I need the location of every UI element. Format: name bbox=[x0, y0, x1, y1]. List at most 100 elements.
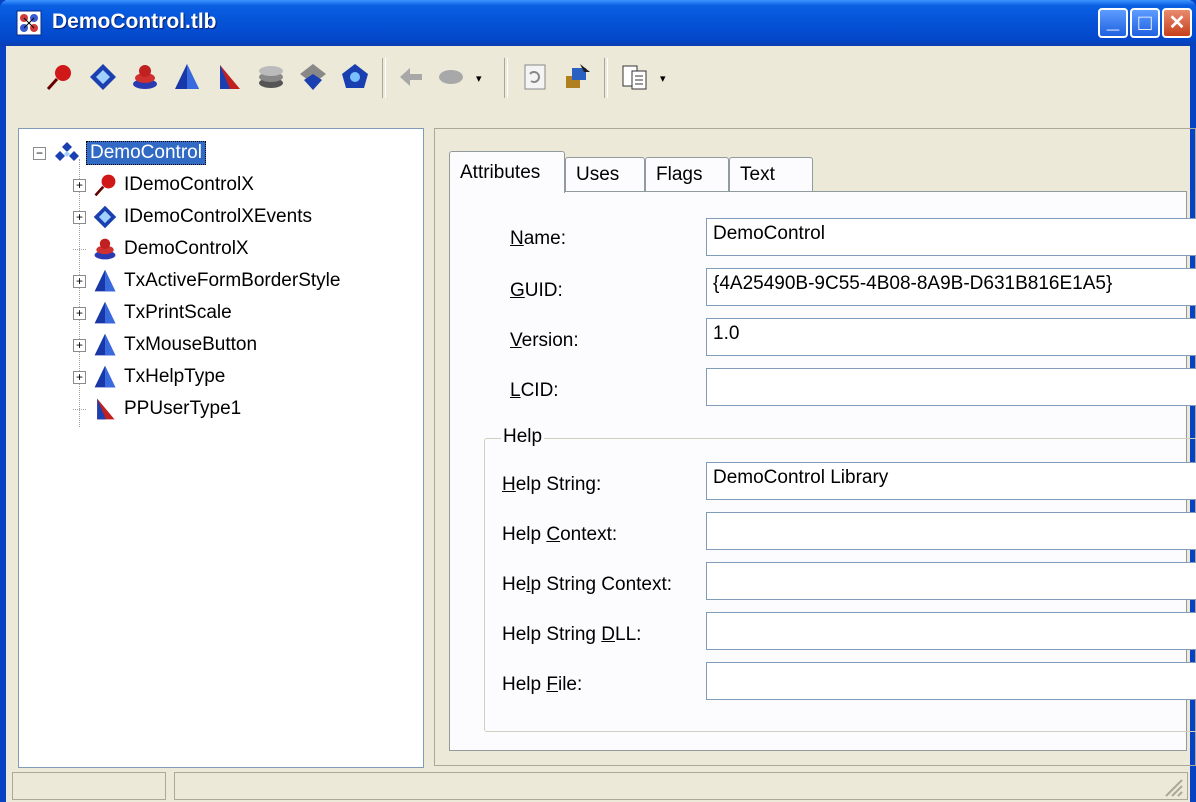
type-library-tree[interactable]: − DemoControl + IDemoControlX + IDemoCon… bbox=[18, 128, 424, 768]
tree-item-txprintscale[interactable]: + TxPrintScale bbox=[73, 299, 232, 327]
enum-icon bbox=[94, 301, 116, 324]
tab-uses[interactable]: Uses bbox=[565, 157, 645, 191]
new-interface-button[interactable] bbox=[42, 60, 76, 94]
new-property-button[interactable] bbox=[434, 60, 468, 94]
export-dropdown-arrow[interactable]: ▾ bbox=[660, 72, 666, 85]
refresh-icon bbox=[524, 64, 546, 90]
tree-item-label: IDemoControlXEvents bbox=[124, 206, 312, 227]
tree-item-label: PPUserType1 bbox=[124, 398, 242, 419]
tab-text[interactable]: Text bbox=[729, 157, 813, 191]
new-dispinterface-button[interactable] bbox=[86, 60, 120, 94]
toolbar-separator bbox=[604, 58, 608, 98]
method-icon bbox=[400, 68, 422, 86]
enum-icon bbox=[94, 333, 116, 356]
tree-item-label: IDemoControlX bbox=[124, 174, 254, 195]
close-button[interactable]: ✕ bbox=[1162, 8, 1192, 38]
help-file-field[interactable] bbox=[706, 662, 1196, 700]
tree-item-idemocontrolxevents[interactable]: + IDemoControlXEvents bbox=[73, 203, 312, 231]
tab-flags[interactable]: Flags bbox=[645, 157, 729, 191]
lcid-field[interactable] bbox=[706, 368, 1196, 406]
tree-connector bbox=[73, 248, 86, 250]
tree-connector bbox=[73, 408, 86, 410]
toolbar: ▾ ▾ bbox=[16, 54, 1190, 112]
help-string-dll-field[interactable] bbox=[706, 612, 1196, 650]
export-icon bbox=[622, 65, 647, 90]
new-method-button[interactable] bbox=[394, 60, 428, 94]
help-group-title: Help bbox=[501, 426, 545, 448]
tree-root-demo-control[interactable]: − DemoControl bbox=[33, 139, 206, 167]
status-bar bbox=[6, 766, 1190, 802]
tree-item-txactiveformborderstyle[interactable]: + TxActiveFormBorderStyle bbox=[73, 267, 340, 295]
window-title: DemoControl.tlb bbox=[52, 10, 217, 33]
new-record-button[interactable] bbox=[212, 60, 246, 94]
tree-item-txmousebutton[interactable]: + TxMouseButton bbox=[73, 331, 257, 359]
help-context-field[interactable] bbox=[706, 512, 1196, 550]
tab-label: Uses bbox=[576, 163, 620, 185]
new-union-button[interactable] bbox=[296, 60, 330, 94]
help-string-dll-label: Help String DLL: bbox=[502, 624, 642, 645]
dispinterface-icon bbox=[93, 205, 117, 229]
tab-label: Flags bbox=[656, 163, 703, 185]
maximize-button[interactable]: □ bbox=[1130, 8, 1160, 38]
properties-panel: Attributes Uses Flags Text Name: DemoCon… bbox=[434, 128, 1196, 766]
register-button[interactable] bbox=[560, 60, 594, 94]
expand-toggle[interactable]: + bbox=[73, 370, 86, 384]
new-coclass-button[interactable] bbox=[128, 60, 162, 94]
version-field[interactable]: 1.0 bbox=[706, 318, 1196, 356]
record-icon bbox=[220, 65, 240, 89]
guid-label: GUID: bbox=[510, 280, 563, 301]
tree-item-label: TxMouseButton bbox=[124, 334, 258, 355]
tree-item-idemocontrolx[interactable]: + IDemoControlX bbox=[73, 171, 254, 199]
coclass-icon bbox=[94, 238, 116, 260]
coclass-icon bbox=[133, 65, 157, 89]
expand-toggle[interactable]: + bbox=[73, 178, 86, 192]
expand-toggle[interactable]: + bbox=[73, 210, 86, 224]
minimize-icon: _ bbox=[1106, 8, 1120, 33]
status-pane-1 bbox=[12, 772, 166, 800]
expand-toggle[interactable]: + bbox=[73, 338, 86, 352]
resize-grip-icon[interactable] bbox=[1162, 776, 1184, 798]
tree-item-democontrolx[interactable]: DemoControlX bbox=[73, 235, 249, 263]
name-field[interactable]: DemoControl bbox=[706, 218, 1196, 256]
alias-icon bbox=[342, 64, 368, 88]
help-context-label: Help Context: bbox=[502, 524, 618, 545]
new-enum-button[interactable] bbox=[170, 60, 204, 94]
close-icon: ✕ bbox=[1168, 12, 1186, 34]
guid-field[interactable]: {4A25490B-9C55-4B08-8A9B-D631B816E1A5} bbox=[706, 268, 1196, 306]
tab-label: Attributes bbox=[460, 161, 541, 183]
expand-toggle[interactable]: + bbox=[73, 306, 86, 320]
dispinterface-icon bbox=[90, 64, 116, 90]
lcid-label: LCID: bbox=[510, 380, 559, 401]
interface-icon bbox=[46, 65, 71, 91]
tree-item-ppusertype1[interactable]: PPUserType1 bbox=[73, 395, 241, 423]
name-label: Name: bbox=[510, 228, 566, 249]
help-string-context-label: Help String Context: bbox=[502, 574, 673, 595]
help-string-label: Help String: bbox=[502, 474, 602, 495]
tab-attributes[interactable]: Attributes bbox=[449, 151, 565, 193]
new-module-button[interactable] bbox=[254, 60, 288, 94]
version-label: Version: bbox=[510, 330, 579, 351]
minimize-button[interactable]: _ bbox=[1098, 8, 1128, 38]
tree-root-label: DemoControl bbox=[86, 141, 206, 165]
register-icon bbox=[566, 64, 590, 88]
new-alias-button[interactable] bbox=[338, 60, 372, 94]
help-string-context-field[interactable] bbox=[706, 562, 1196, 600]
toolbar-separator bbox=[382, 58, 386, 98]
property-dropdown-arrow[interactable]: ▾ bbox=[476, 72, 482, 85]
union-icon bbox=[300, 64, 326, 90]
help-string-field[interactable]: DemoControl Library bbox=[706, 462, 1196, 500]
alias-icon bbox=[97, 398, 115, 420]
title-bar[interactable]: DemoControl.tlb _ □ ✕ bbox=[0, 0, 1196, 46]
app-window: DemoControl.tlb _ □ ✕ ▾ ▾ − DemoControl … bbox=[0, 0, 1196, 802]
collapse-toggle[interactable]: − bbox=[33, 146, 46, 160]
type-library-icon bbox=[55, 142, 79, 161]
status-pane-2 bbox=[174, 772, 1188, 800]
export-button[interactable] bbox=[618, 60, 652, 94]
expand-toggle[interactable]: + bbox=[73, 274, 86, 288]
property-icon bbox=[439, 70, 463, 84]
module-icon bbox=[259, 66, 283, 88]
tree-item-txhelptype[interactable]: + TxHelpType bbox=[73, 363, 225, 391]
refresh-button[interactable] bbox=[518, 60, 552, 94]
attributes-page: Name: DemoControl GUID: {4A25490B-9C55-4… bbox=[449, 191, 1196, 751]
tree-item-label: TxPrintScale bbox=[124, 302, 232, 323]
